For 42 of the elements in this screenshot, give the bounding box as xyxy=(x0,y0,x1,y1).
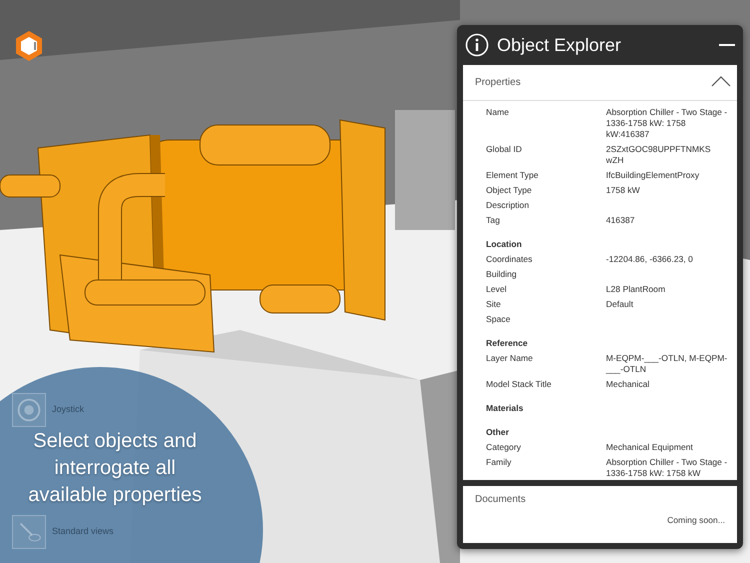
property-value: Mechanical xyxy=(606,378,650,391)
property-label: Element Type xyxy=(486,169,540,182)
callout-text: Select objects and interrogate all available properties xyxy=(27,429,203,508)
property-label: Model Stack Title xyxy=(486,378,552,391)
property-label: Coordinates xyxy=(486,253,534,266)
property-value: 416387 xyxy=(606,214,636,227)
property-value: M-EQPM-___-OTLN, M-EQPM-___-OTLN xyxy=(606,352,728,376)
property-value: 1758 kW xyxy=(606,184,641,197)
hexagon-logo-icon[interactable] xyxy=(14,30,44,62)
property-label: Name xyxy=(486,106,510,119)
property-label: Family xyxy=(486,456,512,469)
coming-soon-text: Coming soon... xyxy=(667,514,725,527)
panel-title: Object Explorer xyxy=(497,34,622,57)
group-heading: Reference xyxy=(486,337,529,350)
property-label: Site xyxy=(486,298,502,311)
section-title: Properties xyxy=(475,76,521,90)
tool-label: Standard views xyxy=(52,525,114,538)
group-heading: Materials xyxy=(486,402,524,415)
property-label: Layer Name xyxy=(486,352,534,365)
property-label: Building xyxy=(486,268,518,281)
property-label: Tag xyxy=(486,214,501,227)
property-label: Level xyxy=(486,283,508,296)
property-label: Description xyxy=(486,199,530,212)
tool-label: Joystick xyxy=(52,403,84,416)
chevron-up-icon[interactable] xyxy=(711,76,731,88)
property-value: Absorption Chiller - Two Stage - 1336-1758 kW: 1758 kW xyxy=(606,456,728,480)
property-label: Category xyxy=(486,441,522,454)
property-label: Global ID xyxy=(486,143,523,156)
property-value: 2SZxtGOC98UPPFTNMKS wZH xyxy=(606,143,712,167)
group-heading: Other xyxy=(486,426,510,439)
section-title: Documents xyxy=(475,493,527,507)
property-value: Mechanical Equipment xyxy=(606,441,694,454)
group-heading: Location xyxy=(486,238,523,251)
property-value: L28 PlantRoom xyxy=(606,283,666,296)
property-value: Absorption Chiller - Two Stage - 1336-1758 kW: 1758 kW:416387 xyxy=(606,106,728,141)
info-icon xyxy=(465,33,489,57)
property-value: IfcBuildingElementProxy xyxy=(606,169,700,182)
property-value: -12204.86, -6366.23, 0 xyxy=(606,253,694,266)
property-label: Object Type xyxy=(486,184,533,197)
property-label: Space xyxy=(486,313,512,326)
property-value: Default xyxy=(606,298,634,311)
minimize-icon[interactable] xyxy=(719,43,735,47)
